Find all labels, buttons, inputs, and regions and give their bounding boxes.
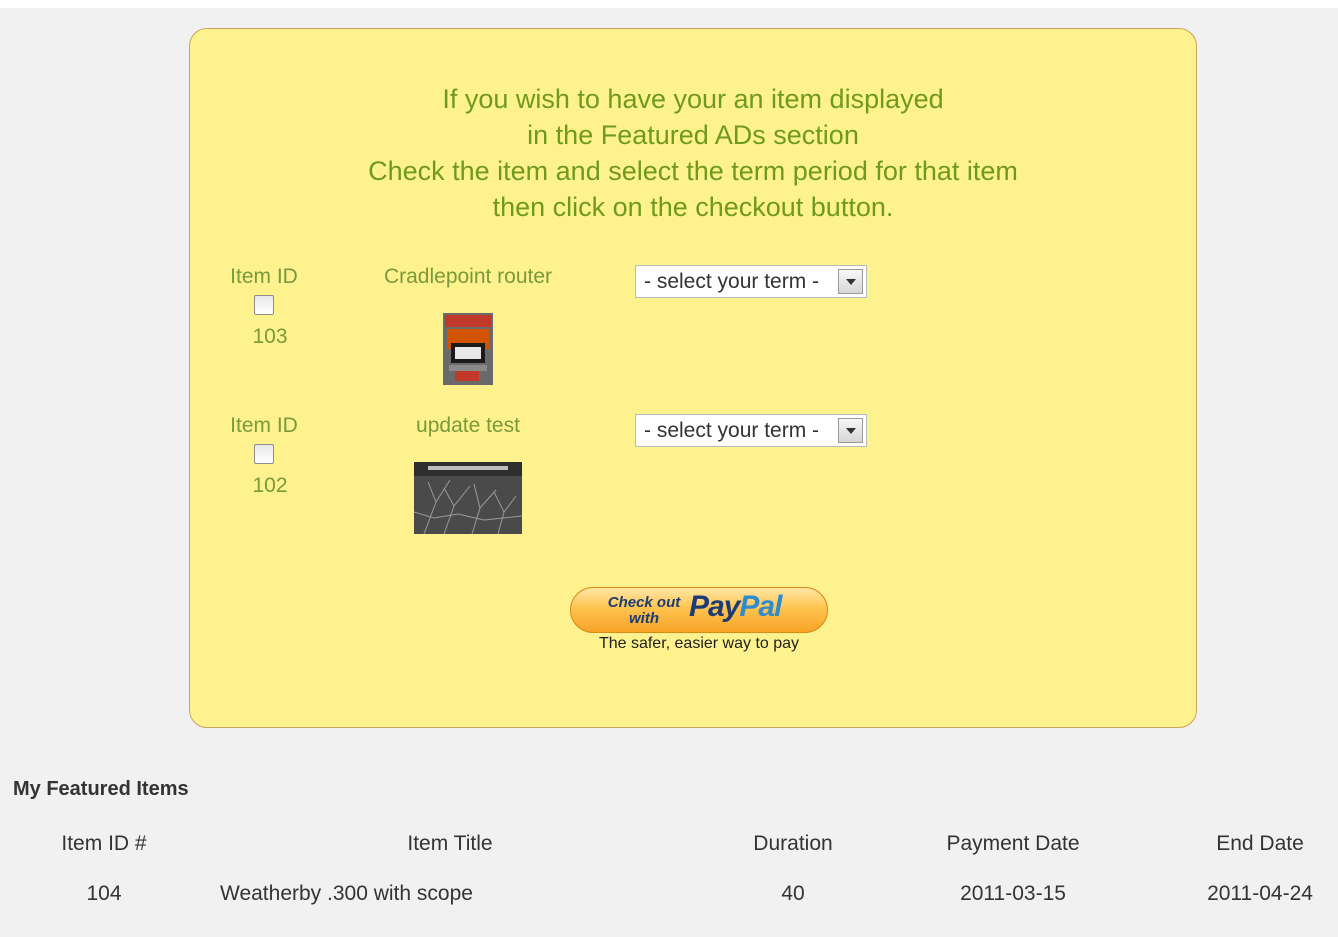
item-id-value: 102 bbox=[252, 474, 288, 497]
instruction-line: then click on the checkout button. bbox=[492, 192, 894, 222]
tree-image bbox=[414, 462, 522, 534]
router-image bbox=[443, 313, 493, 385]
table-cell-payment-date: 2011-03-15 bbox=[960, 882, 1066, 905]
chevron-down-icon[interactable] bbox=[838, 418, 863, 443]
item-row-103: Item ID 103 Cradlepoint router - select … bbox=[190, 265, 1196, 405]
item-id-label: Item ID bbox=[230, 265, 298, 288]
item-thumbnail-router[interactable] bbox=[443, 313, 493, 385]
column-header-payment-date: Payment Date bbox=[946, 832, 1080, 855]
table-cell-item-title: Weatherby .300 with scope bbox=[220, 882, 473, 905]
term-select-103[interactable]: - select your term - bbox=[635, 265, 867, 298]
term-select-value: - select your term - bbox=[644, 270, 820, 293]
chevron-down-icon[interactable] bbox=[838, 269, 863, 294]
paypal-logo-pal: Pal bbox=[739, 590, 782, 623]
table-cell-duration: 40 bbox=[781, 882, 805, 905]
column-header-duration: Duration bbox=[753, 832, 833, 855]
paypal-checkout-line: with bbox=[629, 610, 659, 627]
item-thumbnail-tree[interactable] bbox=[414, 462, 522, 534]
term-select-value: - select your term - bbox=[644, 419, 820, 442]
table-cell-end-date: 2011-04-24 bbox=[1207, 882, 1313, 905]
paypal-checkout-button[interactable]: Check out with PayPal bbox=[570, 587, 828, 633]
instruction-line: in the Featured ADs section bbox=[527, 120, 859, 150]
table-cell-item-id: 104 bbox=[86, 882, 122, 905]
item-id-label: Item ID bbox=[230, 414, 298, 437]
featured-ads-panel: If you wish to have your an item display… bbox=[189, 28, 1197, 728]
column-header-item-title: Item Title bbox=[407, 832, 493, 855]
item-checkbox-102[interactable] bbox=[254, 444, 274, 464]
paypal-logo-pay: Pay bbox=[689, 590, 740, 623]
item-title: Cradlepoint router bbox=[383, 265, 553, 288]
paypal-checkout: Check out with PayPal The safer, easier … bbox=[570, 587, 830, 657]
instructions-text: If you wish to have your an item display… bbox=[190, 81, 1196, 225]
column-header-item-id: Item ID # bbox=[61, 832, 147, 855]
page-top-strip bbox=[0, 0, 1338, 8]
item-title: update test bbox=[416, 414, 520, 437]
item-id-value: 103 bbox=[252, 325, 288, 348]
featured-items-heading: My Featured Items bbox=[13, 778, 189, 800]
instruction-line: If you wish to have your an item display… bbox=[442, 84, 944, 114]
item-row-102: Item ID 102 update test - select your te… bbox=[190, 414, 1196, 554]
item-checkbox-103[interactable] bbox=[254, 295, 274, 315]
column-header-end-date: End Date bbox=[1216, 832, 1304, 855]
paypal-logo: PayPal bbox=[689, 590, 782, 624]
paypal-checkout-text: Check out with bbox=[601, 595, 687, 627]
instruction-line: Check the item and select the term perio… bbox=[368, 156, 1018, 186]
term-select-102[interactable]: - select your term - bbox=[635, 414, 867, 447]
paypal-tagline: The safer, easier way to pay bbox=[598, 635, 800, 652]
paypal-checkout-line: Check out bbox=[607, 594, 681, 611]
